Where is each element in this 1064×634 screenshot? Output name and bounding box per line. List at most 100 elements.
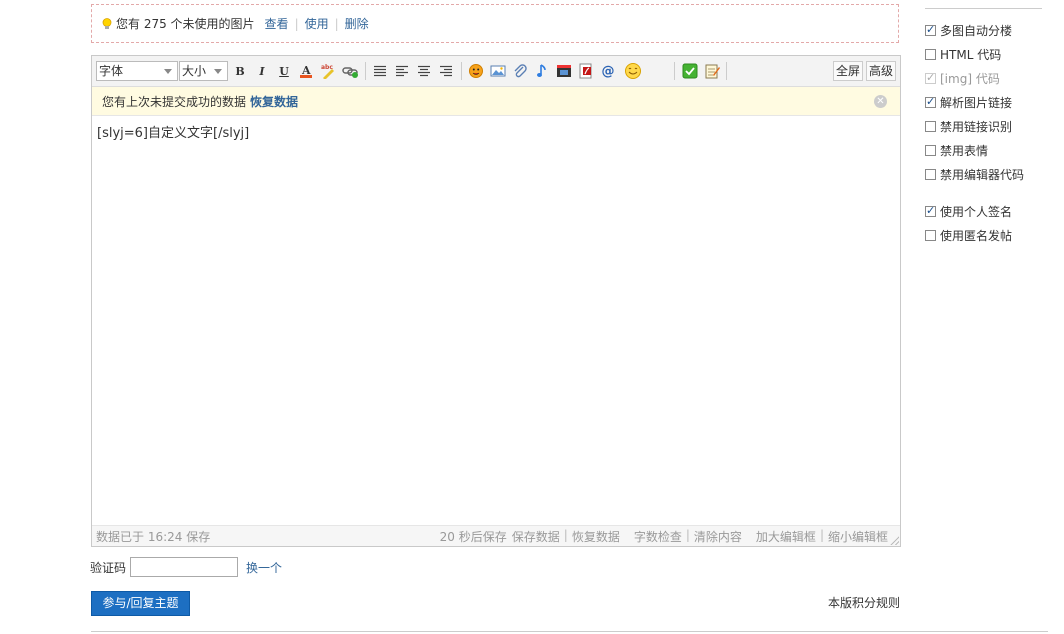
checkbox-icon[interactable] <box>925 145 936 156</box>
toolbar-divider <box>726 62 727 80</box>
captcha-input[interactable] <box>130 557 239 577</box>
shrink-editor-link[interactable]: 缩小编辑框 <box>828 528 888 545</box>
image-button[interactable] <box>489 63 507 79</box>
highlight-icon: abc <box>321 64 334 79</box>
font-color-button[interactable]: A <box>297 63 315 79</box>
forum-rules-link[interactable]: 本版积分规则 <box>828 594 900 611</box>
captcha-row: 验证码 换一个 <box>90 557 282 577</box>
edit-notes-button[interactable] <box>703 63 721 79</box>
divider <box>91 631 1048 632</box>
align-center-icon <box>418 65 430 77</box>
restore-data-text: 您有上次未提交成功的数据 <box>102 94 247 109</box>
link-button[interactable] <box>341 63 359 79</box>
fullscreen-button[interactable]: 全屏 <box>833 61 864 81</box>
font-size-select[interactable]: 大小 <box>179 61 228 81</box>
option-checkbox-row[interactable]: 使用个人签名 <box>925 203 1012 220</box>
underline-icon: U <box>279 64 289 78</box>
paperclip-icon <box>514 64 527 78</box>
enlarge-editor-link[interactable]: 加大编辑框 <box>756 528 816 545</box>
italic-icon: I <box>259 64 265 78</box>
checkbox-icon[interactable] <box>925 230 936 241</box>
option-label: 解析图片链接 <box>940 96 1013 110</box>
toolbar-divider <box>365 62 366 80</box>
separator: | <box>294 16 299 31</box>
checkbox-checked-icon <box>925 71 936 84</box>
use-images-link[interactable]: 使用 <box>305 15 329 32</box>
image-icon <box>490 65 506 77</box>
option-checkbox-row[interactable]: 禁用编辑器代码 <box>925 166 1024 183</box>
audio-button[interactable] <box>533 63 551 79</box>
italic-button[interactable]: I <box>253 63 271 79</box>
save-status: 数据已于 16:24 保存 <box>96 530 211 544</box>
word-check-link[interactable]: 字数检查 <box>634 528 682 545</box>
checkbox-checked-icon[interactable] <box>925 95 936 108</box>
option-label: HTML 代码 <box>940 48 1002 62</box>
unused-images-text: 您有 275 个未使用的图片 <box>116 17 255 31</box>
separator: | <box>334 16 339 31</box>
option-label: 禁用编辑器代码 <box>940 168 1025 182</box>
at-button[interactable]: @ <box>599 63 617 79</box>
restore-data-link[interactable]: 恢复数据 <box>250 93 298 110</box>
checkbox-checked-icon[interactable] <box>925 23 936 36</box>
close-icon[interactable]: ✕ <box>874 95 887 108</box>
option-label: [img] 代码 <box>940 72 1000 86</box>
editor-textarea[interactable]: [slyj=6]自定义文字[/slyj] <box>97 122 249 141</box>
align-right-button[interactable] <box>437 63 455 79</box>
clear-content-link[interactable]: 清除内容 <box>694 528 742 545</box>
separator: | <box>819 528 824 542</box>
emoji-icon <box>625 63 641 79</box>
option-label: 禁用链接识别 <box>940 120 1013 134</box>
captcha-label: 验证码 <box>90 560 127 575</box>
option-label: 使用匿名发帖 <box>940 229 1013 243</box>
checkbox-icon[interactable] <box>925 121 936 132</box>
font-family-label: 字体 <box>99 64 124 78</box>
checkbox-checked-icon[interactable] <box>925 204 936 217</box>
highlight-button[interactable]: abc <box>319 63 337 79</box>
align-justify-icon <box>374 65 386 77</box>
editor-statusbar: 数据已于 16:24 保存 20 秒后保存 保存数据 | 恢复数据 字数检查 |… <box>92 525 900 546</box>
check-button[interactable] <box>681 63 699 79</box>
video-button[interactable] <box>555 63 573 79</box>
chevron-down-icon <box>214 69 222 74</box>
restore-data-status-link[interactable]: 恢复数据 <box>572 528 620 545</box>
option-checkbox-row[interactable]: 使用匿名发帖 <box>925 227 1012 244</box>
option-checkbox-row[interactable]: 禁用表情 <box>925 142 988 159</box>
bold-button[interactable]: B <box>231 63 249 79</box>
save-data-link[interactable]: 保存数据 <box>512 528 560 545</box>
font-color-icon: A <box>300 64 312 78</box>
align-left-button[interactable] <box>393 63 411 79</box>
advanced-button[interactable]: 高级 <box>866 61 897 81</box>
checkbox-icon[interactable] <box>925 169 936 180</box>
chevron-down-icon <box>164 69 172 74</box>
emoji-button[interactable] <box>623 63 643 79</box>
captcha-refresh-link[interactable]: 换一个 <box>246 559 282 576</box>
attachment-button[interactable] <box>511 63 529 79</box>
option-checkbox-row[interactable]: 禁用链接识别 <box>925 118 1012 135</box>
delete-images-link[interactable]: 删除 <box>345 15 369 32</box>
resize-grip-icon[interactable] <box>890 536 899 545</box>
lightbulb-icon <box>102 17 112 29</box>
bold-icon: B <box>235 64 245 78</box>
font-family-select[interactable]: 字体 <box>96 61 178 81</box>
checkmark-icon <box>682 63 698 79</box>
underline-button[interactable]: U <box>275 63 293 79</box>
statusbar-actions: 20 秒后保存 保存数据 | 恢复数据 字数检查 | 清除内容 加大编辑框 | … <box>440 528 888 545</box>
separator: | <box>563 528 568 542</box>
smiley-button[interactable] <box>467 63 485 79</box>
editor-toolbar: 字体 大小 B I U A abc @ 全屏 高级 <box>92 56 900 87</box>
option-checkbox-row[interactable]: 多图自动分楼 <box>925 22 1012 39</box>
at-icon: @ <box>601 63 615 79</box>
option-checkbox-row[interactable]: 解析图片链接 <box>925 94 1012 111</box>
toolbar-divider <box>674 62 675 80</box>
smiley-icon <box>469 64 483 78</box>
autosave-countdown: 20 秒后保存 <box>439 530 507 544</box>
submit-reply-button[interactable]: 参与/回复主题 <box>91 591 190 616</box>
justify-button[interactable] <box>371 63 389 79</box>
view-images-link[interactable]: 查看 <box>265 15 289 32</box>
option-checkbox-row[interactable]: HTML 代码 <box>925 46 1001 63</box>
music-note-icon <box>537 64 546 77</box>
video-icon <box>557 65 571 77</box>
align-center-button[interactable] <box>415 63 433 79</box>
flash-button[interactable] <box>577 63 595 79</box>
checkbox-icon[interactable] <box>925 49 936 60</box>
